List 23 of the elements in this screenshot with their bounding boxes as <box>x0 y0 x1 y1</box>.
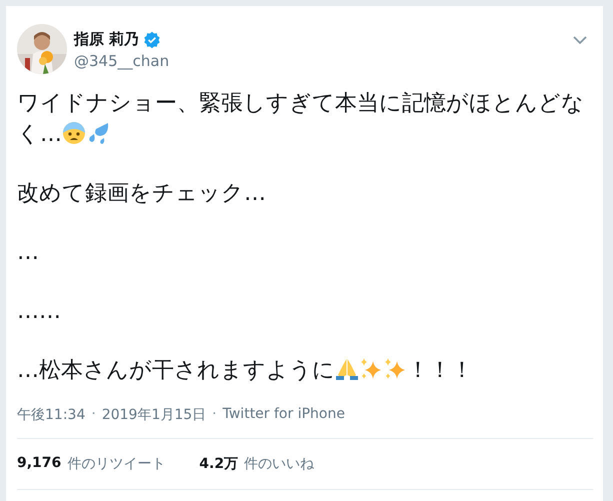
tweet-text: く… <box>17 122 62 147</box>
fearful-face-icon <box>62 121 86 145</box>
chevron-down-icon[interactable] <box>573 36 587 45</box>
author-handle[interactable]: @345__chan <box>74 52 573 70</box>
tweet-text: …松本さんが干されますように <box>17 358 335 383</box>
stat-count[interactable]: 4.2万 <box>199 455 238 473</box>
tweet-text: …… <box>17 299 61 324</box>
sparkles-icon <box>383 357 407 381</box>
stat-label[interactable]: 件のいいね <box>244 455 314 473</box>
tweet-text: 改めて録画をチェック… <box>17 181 266 206</box>
tweet-text: ワイドナショー、緊張しすぎて本当に記憶がほとんどな <box>17 91 584 116</box>
sparkles-icon <box>359 357 383 381</box>
tweet-text: ！！！ <box>407 358 473 383</box>
tweet-source[interactable]: Twitter for iPhone <box>222 406 345 424</box>
separator-dot: · <box>211 406 218 424</box>
tweet-text: … <box>17 240 39 265</box>
tweet-date[interactable]: 2019年1月15日 <box>102 406 206 424</box>
stat-label[interactable]: 件のリツイート <box>67 455 166 473</box>
separator-dot: · <box>90 406 97 424</box>
folded-hands-icon <box>335 357 359 381</box>
tweet-time[interactable]: 午後11:34 <box>17 406 86 424</box>
stat-count[interactable]: 9,176 <box>17 455 62 473</box>
author-name[interactable]: 指原 莉乃 <box>74 30 140 49</box>
